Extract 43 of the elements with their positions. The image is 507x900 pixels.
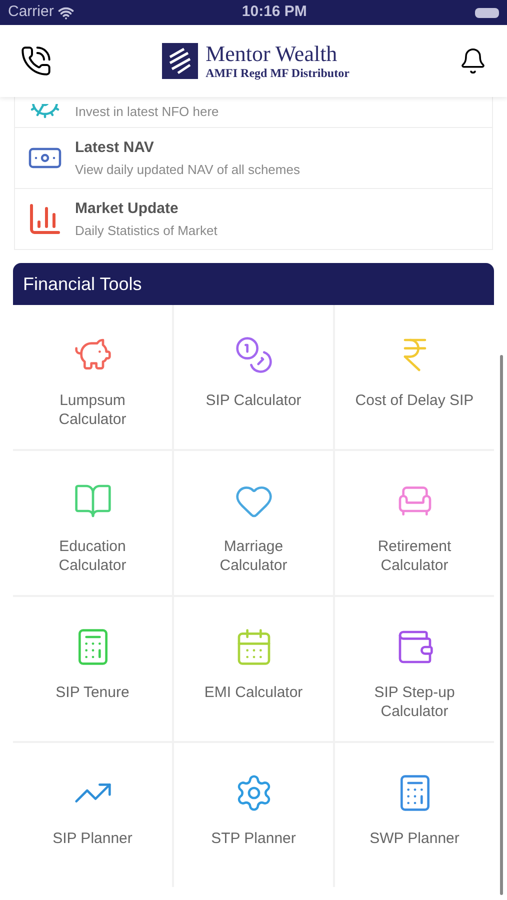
- tool-tile[interactable]: Education Calculator: [13, 451, 172, 595]
- tool-label: SIP Tenure: [54, 683, 130, 702]
- item-title: Market Update: [75, 199, 180, 219]
- brand-name: Mentor Wealth: [206, 43, 338, 65]
- menu-item[interactable]: Latest NAV View daily updated NAV of all schemes: [15, 128, 492, 189]
- tool-tile[interactable]: SIP Calculator: [174, 305, 333, 449]
- battery-icon: [474, 8, 499, 18]
- tool-tile[interactable]: SIP Planner: [13, 743, 172, 887]
- tool-label: Lumpsum Calculator: [58, 391, 128, 429]
- tool-tile[interactable]: STP Planner: [174, 743, 333, 887]
- tool-tile[interactable]: Marriage Calculator: [174, 451, 333, 595]
- tool-label: Retirement Calculator: [376, 537, 452, 575]
- notification-icon[interactable]: [459, 47, 487, 75]
- tool-tile[interactable]: Lumpsum Calculator: [13, 305, 172, 449]
- tool-label: SWP Planner: [368, 829, 460, 848]
- tool-tile[interactable]: Retirement Calculator: [335, 451, 494, 595]
- item-subtitle: Daily Statistics of Market: [75, 222, 218, 240]
- tool-tile[interactable]: SIP Step-up Calculator: [335, 597, 494, 741]
- item-subtitle: View daily updated NAV of all schemes: [75, 160, 300, 179]
- tool-tile[interactable]: EMI Calculator: [174, 597, 333, 741]
- item-title: Latest NAV: [75, 138, 155, 158]
- item-subtitle: Invest in latest NFO here: [75, 103, 219, 122]
- tool-label: EMI Calculator: [203, 683, 304, 702]
- tool-label: SIP Calculator: [204, 391, 302, 410]
- tool-label: STP Planner: [210, 829, 297, 848]
- tool-label: SIP Step-up Calculator: [373, 683, 456, 721]
- tool-label: Education Calculator: [58, 537, 128, 575]
- logo-icon: [162, 43, 198, 79]
- section-title: Financial Tools: [23, 272, 142, 296]
- tool-tile[interactable]: SWP Planner: [335, 743, 494, 887]
- menu-item[interactable]: Invest in latest NFO here: [15, 97, 492, 128]
- brand-tagline: AMFI Regd MF Distributor: [206, 67, 350, 79]
- clock: 10:16 PM: [242, 2, 307, 22]
- tool-label: Cost of Delay SIP: [354, 391, 474, 410]
- tool-label: Marriage Calculator: [218, 537, 288, 575]
- carrier-label: Carrier: [8, 2, 54, 22]
- wifi-icon: [58, 4, 74, 20]
- tool-tile[interactable]: Cost of Delay SIP: [335, 305, 494, 449]
- contact-icon[interactable]: [20, 45, 52, 77]
- tool-tile[interactable]: SIP Tenure: [13, 597, 172, 741]
- menu-item[interactable]: Market Update Daily Statistics of Market: [15, 189, 492, 250]
- tool-label: SIP Planner: [52, 829, 134, 848]
- bar-chart-icon: [27, 201, 63, 237]
